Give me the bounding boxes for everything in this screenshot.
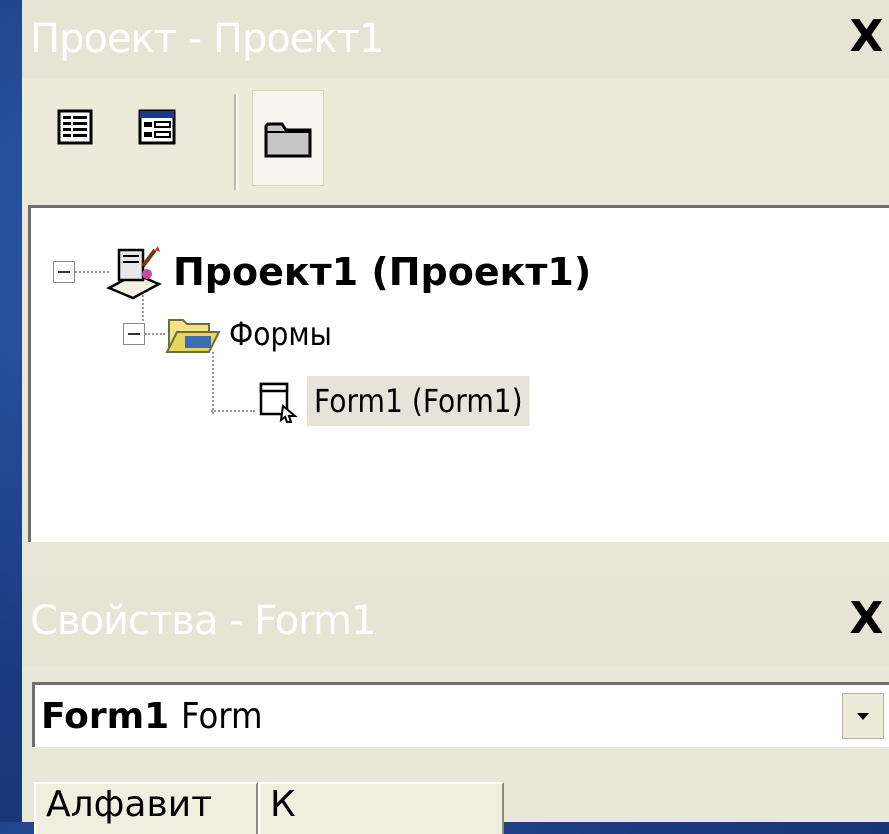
tab-alphabetic[interactable]: Алфавит [34, 782, 258, 834]
view-code-icon [57, 109, 93, 145]
project-close-button[interactable]: X [843, 6, 889, 66]
toggle-folders-icon [264, 122, 312, 158]
dropdown-arrow-icon[interactable] [842, 693, 884, 739]
toggle-folders-button[interactable] [252, 90, 324, 186]
project-window-titlebar[interactable]: Проект - Проект1 X [22, 0, 889, 78]
tree-connector [145, 333, 165, 335]
project-toolbar [22, 78, 889, 200]
toolbar-separator [234, 94, 238, 190]
collapse-forms-toggle[interactable] [123, 323, 145, 345]
project-icon [106, 246, 162, 300]
view-object-icon [138, 109, 176, 145]
object-type: Form [181, 695, 263, 737]
open-folder-icon [165, 319, 221, 353]
view-code-button[interactable] [44, 96, 106, 158]
project-tree: Проект1 (Проект1) Формы Form1 (Form1) [28, 205, 889, 542]
form1-label: Form1 (Form1) [307, 376, 530, 426]
properties-tabs: Алфавит К [22, 760, 889, 834]
forms-folder-label: Формы [229, 315, 332, 353]
properties-window-title: Свойства - Form1 [30, 598, 376, 644]
tree-node-project[interactable]: Проект1 (Проект1) [53, 244, 591, 300]
form-icon [259, 382, 298, 423]
properties-window-titlebar[interactable]: Свойства - Form1 X [22, 576, 889, 666]
object-selector-dropdown[interactable]: Form1 Form [32, 682, 889, 747]
object-name: Form1 [41, 695, 170, 737]
tree-node-forms-folder[interactable]: Формы [123, 312, 346, 356]
properties-close-button[interactable]: X [843, 588, 889, 648]
tab-categorized[interactable]: К [258, 782, 504, 834]
collapse-project-toggle[interactable] [53, 261, 75, 283]
project-root-label: Проект1 (Проект1) [173, 250, 592, 294]
tree-node-form1[interactable]: Form1 (Form1) [211, 376, 560, 426]
project-window-title: Проект - Проект1 [30, 16, 384, 62]
tree-connector [211, 410, 255, 412]
view-object-button[interactable] [126, 96, 188, 158]
